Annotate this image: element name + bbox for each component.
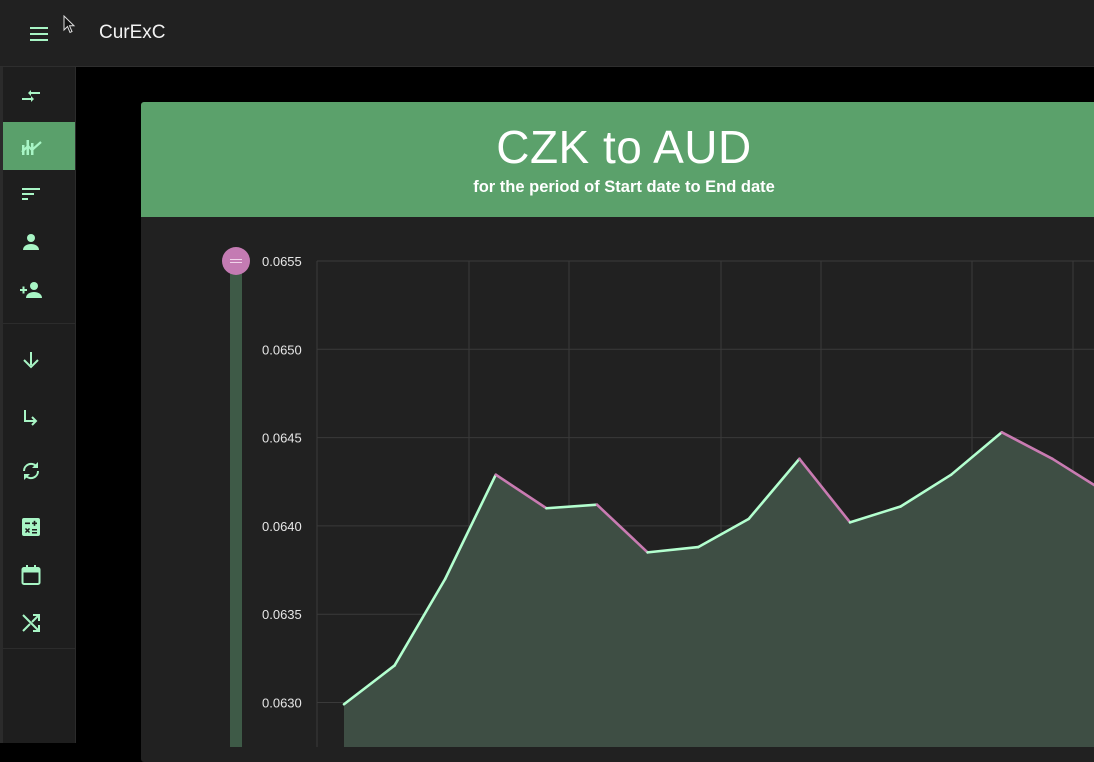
app-title: CurExC xyxy=(99,22,166,43)
sidebar-item-redirect[interactable] xyxy=(3,394,75,442)
sidebar-item-sync[interactable] xyxy=(3,447,75,495)
y-tick-label: 0.0640 xyxy=(262,519,302,534)
arrow-down-icon xyxy=(23,352,39,369)
y-axis-ticks: 0.0655 0.0650 0.0645 0.0640 0.0635 0.0630 xyxy=(262,254,302,711)
person-add-icon xyxy=(20,282,42,298)
sync-icon xyxy=(22,462,40,480)
app-bar: CurExC xyxy=(0,0,1094,67)
sidebar-item-calendar[interactable] xyxy=(3,551,75,599)
sidebar-divider xyxy=(3,648,75,649)
person-icon xyxy=(23,234,39,250)
chart-subtitle: for the period of Start date to End date xyxy=(473,178,775,196)
sidebar-item-download[interactable] xyxy=(3,336,75,384)
sidebar-divider xyxy=(3,323,75,324)
shuffle-icon xyxy=(22,614,40,632)
y-tick-label: 0.0645 xyxy=(262,431,302,446)
y-tick-label: 0.0630 xyxy=(262,696,302,711)
trending-chart-icon xyxy=(21,140,42,155)
sidebar-item-compare[interactable] xyxy=(3,74,75,122)
chart-area-fill xyxy=(344,432,1094,747)
y-tick-label: 0.0650 xyxy=(262,342,302,357)
exchange-rate-chart: 0.0655 0.0650 0.0645 0.0640 0.0635 0.0630 xyxy=(222,247,1094,747)
zoom-slider[interactable] xyxy=(222,247,250,747)
sidebar xyxy=(0,67,76,743)
sidebar-item-account[interactable] xyxy=(3,218,75,266)
menu-icon[interactable] xyxy=(26,22,52,46)
sidebar-item-charts[interactable] xyxy=(3,122,75,170)
y-tick-label: 0.0635 xyxy=(262,607,302,622)
mouse-cursor-icon xyxy=(63,14,77,40)
sort-icon xyxy=(22,188,40,200)
subdirectory-arrow-icon xyxy=(24,410,38,426)
card-header: CZK to AUD for the period of Start date … xyxy=(141,102,1094,217)
calendar-icon xyxy=(21,565,41,585)
compare-arrows-icon xyxy=(22,90,40,102)
chart-title: CZK to AUD xyxy=(496,121,752,173)
slider-track[interactable] xyxy=(230,261,242,747)
sidebar-item-calculator[interactable] xyxy=(3,503,75,551)
sidebar-item-register[interactable] xyxy=(3,266,75,314)
calculator-icon xyxy=(22,518,40,536)
sidebar-item-random[interactable] xyxy=(3,599,75,647)
slider-handle[interactable] xyxy=(222,247,250,275)
sidebar-item-sort[interactable] xyxy=(3,170,75,218)
y-tick-label: 0.0655 xyxy=(262,254,302,269)
